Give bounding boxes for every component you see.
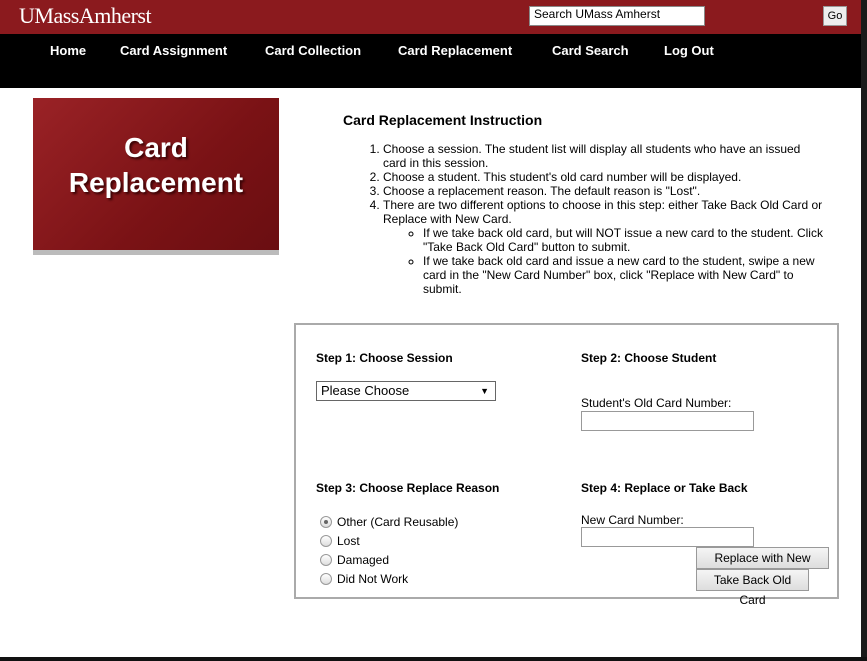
nav-log-out[interactable]: Log Out — [664, 43, 714, 58]
replacement-form: Step 1: Choose Session Please Choose ▼ S… — [294, 323, 839, 607]
instruction-step: Choose a student. This student's old car… — [383, 170, 823, 184]
instruction-substep: If we take back old card, but will NOT i… — [423, 226, 823, 254]
window-edge — [861, 0, 867, 661]
dropdown-arrow-icon: ▼ — [480, 386, 489, 396]
nav-home[interactable]: Home — [50, 43, 86, 58]
new-card-number-input[interactable] — [581, 527, 754, 547]
instruction-step: Choose a replacement reason. The default… — [383, 184, 823, 198]
page-title-line2: Replacement — [68, 167, 244, 198]
session-select-value: Please Choose — [321, 383, 410, 398]
nav-card-search[interactable]: Card Search — [552, 43, 629, 58]
replace-with-new-card-button[interactable]: Replace with New Card — [696, 547, 829, 585]
instructions-title: Card Replacement Instruction — [343, 112, 543, 128]
search-input[interactable]: Search UMass Amherst — [529, 6, 705, 26]
instruction-substeps: If we take back old card, but will NOT i… — [383, 226, 823, 296]
main-nav: Home Card Assignment Card Collection Car… — [0, 34, 861, 88]
reason-label: Damaged — [337, 553, 390, 567]
page-title-line1: Card — [124, 132, 188, 163]
take-back-old-card-button[interactable]: Take Back Old Card — [696, 569, 809, 607]
radio-checked-icon[interactable] — [320, 516, 332, 528]
old-card-number-input[interactable] — [581, 411, 754, 431]
radio-icon[interactable] — [320, 535, 332, 547]
instructions-list: Choose a session. The student list will … — [383, 142, 823, 296]
go-button[interactable]: Go — [823, 6, 847, 26]
old-card-label: Student's Old Card Number: — [581, 396, 732, 410]
instruction-step: There are two different options to choos… — [383, 198, 823, 296]
reason-label: Lost — [337, 534, 360, 548]
reason-option-did-not-work[interactable]: Did Not Work — [320, 572, 408, 586]
reason-option-lost[interactable]: Lost — [320, 534, 360, 548]
instruction-step: Choose a session. The student list will … — [383, 142, 823, 170]
step3-title: Step 3: Choose Replace Reason — [316, 481, 500, 495]
window-edge-bottom — [0, 657, 867, 661]
step1-title: Step 1: Choose Session — [316, 351, 453, 365]
session-select[interactable]: Please Choose ▼ — [316, 381, 496, 401]
step4-title: Step 4: Replace or Take Back — [581, 481, 748, 495]
new-card-label: New Card Number: — [581, 513, 684, 527]
page-title: Card Replacement — [33, 130, 279, 200]
reason-label: Other (Card Reusable) — [337, 515, 459, 529]
radio-icon[interactable] — [320, 554, 332, 566]
radio-icon[interactable] — [320, 573, 332, 585]
step2-title: Step 2: Choose Student — [581, 351, 717, 365]
page-hero-banner: Card Replacement — [33, 98, 279, 250]
reason-option-damaged[interactable]: Damaged — [320, 553, 389, 567]
nav-card-replacement[interactable]: Card Replacement — [398, 43, 512, 58]
nav-card-collection[interactable]: Card Collection — [265, 43, 361, 58]
instruction-step-text: There are two different options to choos… — [383, 198, 823, 226]
top-bar: UMassAmherst Search UMass Amherst Go — [0, 0, 861, 34]
instruction-substep: If we take back old card and issue a new… — [423, 254, 823, 296]
reason-label: Did Not Work — [337, 572, 409, 586]
umass-logo[interactable]: UMassAmherst — [19, 3, 152, 29]
reason-option-other[interactable]: Other (Card Reusable) — [320, 515, 458, 529]
nav-card-assignment[interactable]: Card Assignment — [120, 43, 227, 58]
main-content: Card Replacement Card Replacement Instru… — [0, 88, 861, 657]
